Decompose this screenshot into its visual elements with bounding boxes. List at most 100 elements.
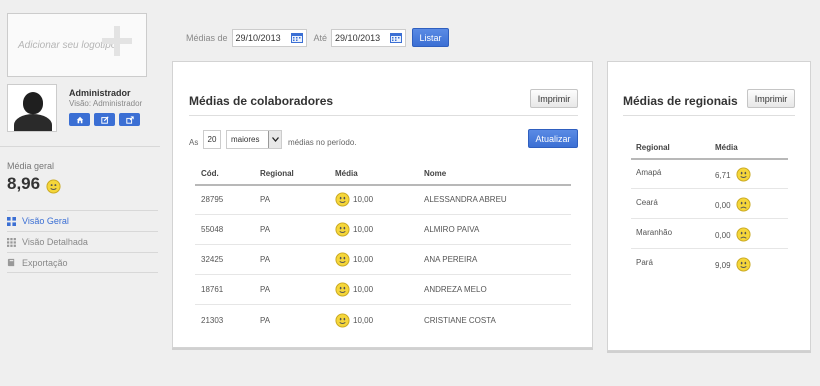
- cell-media: 10,00: [353, 255, 374, 264]
- period-text: médias no período.: [288, 138, 357, 147]
- print-regionais-button[interactable]: Imprimir: [747, 89, 795, 108]
- user-role: Visão: Administrador: [69, 99, 143, 108]
- nav-item-label: Visão Geral: [22, 216, 69, 226]
- share-icon: [125, 115, 134, 124]
- chevron-down-icon: [268, 131, 281, 148]
- cell-cod: 18761: [201, 285, 224, 294]
- cell-regional: Amapá: [636, 168, 662, 177]
- as-label: As: [189, 138, 199, 147]
- cell-nome: ANA PEREIRA: [424, 255, 478, 264]
- logo-placeholder[interactable]: Adicionar seu logotipo: [7, 13, 147, 77]
- plus-icon: [102, 26, 132, 56]
- row-divider: [631, 248, 788, 249]
- regionais-panel: Médias de regionais Imprimir Regional Mé…: [607, 61, 811, 351]
- colaboradores-title: Médias de colaboradores: [189, 94, 334, 108]
- cell-regional: PA: [260, 285, 271, 294]
- cell-regional: PA: [260, 316, 271, 325]
- cell-nome: ALESSANDRA ABREU: [424, 195, 507, 204]
- calendar-icon[interactable]: [290, 32, 303, 43]
- cell-cod: 32425: [201, 255, 224, 264]
- from-date-value: 29/10/2013: [235, 32, 281, 43]
- book-icon: [7, 258, 15, 267]
- cell-cod: 55048: [201, 225, 224, 234]
- cell-cod: 28795: [201, 195, 224, 204]
- nav-item-exportacao[interactable]: Exportação: [7, 252, 158, 273]
- smiley-happy-icon: [46, 179, 61, 194]
- sidebar-divider: [0, 146, 160, 147]
- table-header-line: [631, 158, 788, 160]
- nav-item-visao-detalhada[interactable]: Visão Detalhada: [7, 231, 158, 252]
- from-label: Médias de: [186, 32, 228, 43]
- smiley-happy-icon: [736, 257, 751, 272]
- order-select-value: maiores: [231, 135, 260, 144]
- header-regional: Regional: [260, 169, 294, 178]
- smiley-happy-icon: [335, 192, 350, 207]
- sidebar-nav: Visão Geral Visão Detalhada Exportação: [7, 210, 158, 273]
- cell-regional: Pará: [636, 258, 653, 267]
- smiley-sad-icon: [736, 227, 751, 242]
- row-divider: [631, 188, 788, 189]
- media-geral-label: Média geral: [7, 161, 55, 171]
- calendar-icon[interactable]: [390, 32, 403, 43]
- cell-regional: PA: [260, 225, 271, 234]
- home-icon: [76, 116, 83, 123]
- cell-media: 9,09: [715, 261, 731, 270]
- cell-regional: Maranhão: [636, 228, 673, 237]
- media-geral-value: 8,96: [7, 174, 41, 193]
- header-media: Média: [715, 143, 738, 152]
- cell-media: 10,00: [353, 195, 374, 204]
- row-divider: [195, 274, 571, 275]
- row-divider: [195, 304, 571, 305]
- cell-regional: PA: [260, 255, 271, 264]
- home-button[interactable]: [69, 113, 90, 126]
- cell-media: 10,00: [353, 316, 374, 325]
- row-divider: [195, 214, 571, 215]
- row-divider: [631, 218, 788, 219]
- update-button[interactable]: Atualizar: [528, 129, 578, 148]
- smiley-happy-icon: [335, 313, 350, 328]
- cell-cod: 21303: [201, 316, 224, 325]
- cell-media: 6,71: [715, 171, 731, 180]
- smiley-happy-icon: [335, 252, 350, 267]
- nav-item-visao-geral[interactable]: Visão Geral: [7, 210, 158, 231]
- cell-nome: CRISTIANE COSTA: [424, 316, 496, 325]
- order-select[interactable]: maiores: [226, 130, 282, 149]
- colaboradores-panel: Médias de colaboradores Imprimir As 20 m…: [172, 61, 593, 348]
- regionais-title: Médias de regionais: [623, 94, 738, 108]
- to-date-input[interactable]: 29/10/2013: [331, 28, 407, 47]
- from-date-input[interactable]: 29/10/2013: [231, 28, 307, 47]
- grid-icon: [7, 216, 16, 226]
- table-header-line: [195, 184, 571, 186]
- cell-regional: Ceará: [636, 198, 658, 207]
- smiley-happy-icon: [335, 222, 350, 237]
- cell-media: 10,00: [353, 285, 374, 294]
- list-button[interactable]: Listar: [412, 28, 450, 47]
- divider: [623, 115, 795, 116]
- nav-item-label: Exportação: [22, 257, 68, 268]
- smiley-happy-icon: [736, 167, 751, 182]
- sidebar: Adicionar seu logotipo Administrador Vis…: [0, 0, 160, 386]
- to-date-value: 29/10/2013: [335, 32, 381, 43]
- grid-detail-icon: [7, 237, 16, 247]
- user-buttons: [69, 113, 140, 126]
- divider: [189, 115, 578, 116]
- header-media: Média: [335, 169, 358, 178]
- avatar: [7, 84, 57, 132]
- smiley-happy-icon: [335, 282, 350, 297]
- header-regional: Regional: [636, 143, 670, 152]
- to-label: Até: [313, 32, 328, 43]
- row-divider: [195, 244, 571, 245]
- cell-nome: ALMIRO PAIVA: [424, 225, 480, 234]
- cell-media: 0,00: [715, 201, 731, 210]
- cell-media: 10,00: [353, 225, 374, 234]
- header-nome: Nome: [424, 169, 447, 178]
- print-colaboradores-button[interactable]: Imprimir: [530, 89, 578, 108]
- edit-icon: [100, 115, 109, 124]
- cell-media: 0,00: [715, 231, 731, 240]
- date-filter: Médias de 29/10/2013 Até 29/10/2013 List…: [186, 28, 450, 47]
- share-button[interactable]: [119, 113, 140, 126]
- cell-regional: PA: [260, 195, 271, 204]
- cell-nome: ANDREZA MELO: [424, 285, 487, 294]
- edit-button[interactable]: [94, 113, 115, 126]
- count-input[interactable]: 20: [203, 130, 221, 149]
